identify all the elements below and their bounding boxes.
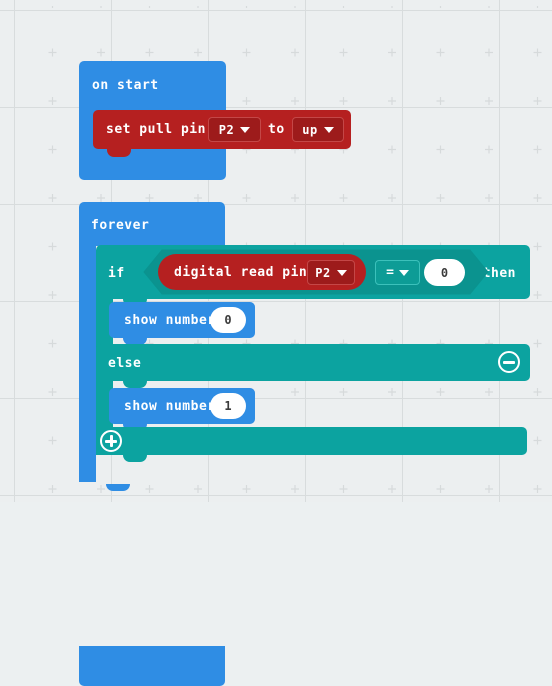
if-block-bottom-notch xyxy=(123,455,147,462)
else-label: else xyxy=(108,356,142,371)
show-number-then-label: show number xyxy=(124,313,216,328)
block-set-pull-pin[interactable]: set pull pin P2 to up xyxy=(93,110,351,157)
minus-bar xyxy=(503,361,515,364)
block-digital-read-pin[interactable]: digital read pin P2 xyxy=(158,254,366,290)
show-number-else-value-field[interactable]: 1 xyxy=(210,393,246,419)
comparison-operator-value: = xyxy=(386,265,394,280)
comparison-operator-dropdown[interactable]: = xyxy=(375,260,420,285)
show-number-then-value: 0 xyxy=(224,313,232,327)
digital-read-pin-dropdown[interactable]: P2 xyxy=(307,260,355,285)
set-pull-pin-bottom-notch xyxy=(107,149,131,157)
chevron-down-icon xyxy=(398,269,409,276)
plus-circle-icon[interactable] xyxy=(100,430,122,452)
set-pull-pin-label: set pull pin xyxy=(106,122,206,137)
forever-spine xyxy=(79,242,96,482)
digital-read-pin-value: P2 xyxy=(315,265,331,280)
show-number-else-value: 1 xyxy=(224,399,232,413)
chevron-down-icon xyxy=(336,269,347,276)
set-pull-pin-mode-dropdown[interactable]: up xyxy=(292,117,344,142)
forever-header[interactable]: forever xyxy=(79,202,225,246)
set-pull-pin-pin-value: P2 xyxy=(218,122,235,137)
forever-label: forever xyxy=(91,218,150,233)
if-label: if xyxy=(108,266,125,281)
set-pull-pin-mode-value: up xyxy=(302,122,318,137)
forever-bottom-notch xyxy=(106,484,130,491)
on-start-top-notch xyxy=(104,61,130,68)
show-number-then-value-field[interactable]: 0 xyxy=(210,307,246,333)
comparison-number-value: 0 xyxy=(440,265,449,280)
plus-bar-vertical xyxy=(110,435,113,447)
minus-circle-icon[interactable] xyxy=(498,351,520,373)
digital-read-pin-label: digital read pin xyxy=(174,265,308,280)
block-show-number-else[interactable]: show number 1 xyxy=(109,388,255,431)
if-block-footer[interactable] xyxy=(96,427,527,455)
on-start-label: on start xyxy=(92,78,159,93)
block-show-number-then[interactable]: show number 0 xyxy=(109,302,255,345)
block-else-header[interactable]: else xyxy=(96,344,530,381)
set-pull-pin-to-label: to xyxy=(268,122,285,137)
else-slot-notch xyxy=(123,381,147,388)
blocks-stage: on start set pull pin P2 to up forever i… xyxy=(0,0,552,686)
show-number-else-label: show number xyxy=(124,399,216,414)
comparison-number-field[interactable]: 0 xyxy=(424,259,465,286)
chevron-down-icon xyxy=(240,126,251,133)
set-pull-pin-pin-dropdown[interactable]: P2 xyxy=(208,117,261,142)
chevron-down-icon xyxy=(323,126,334,133)
forever-footer[interactable] xyxy=(79,646,225,686)
